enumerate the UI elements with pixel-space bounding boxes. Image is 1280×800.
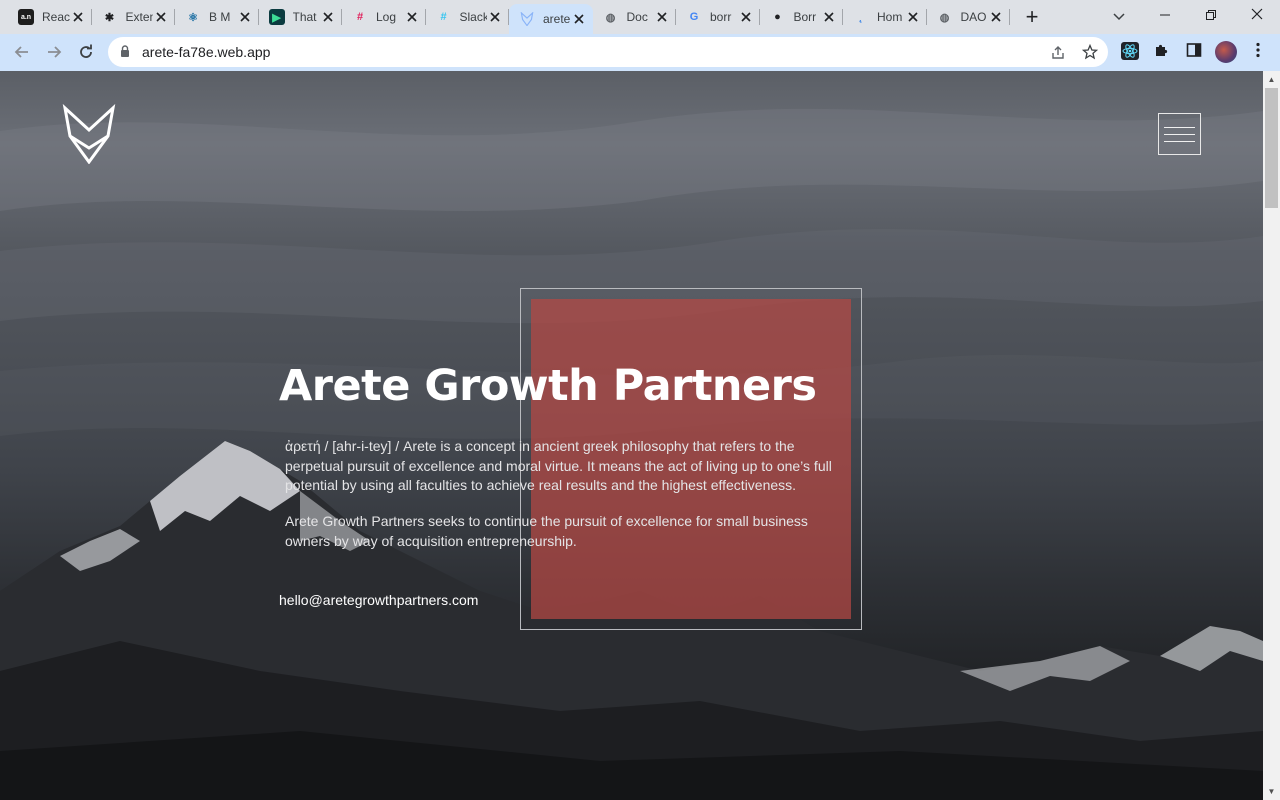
tab-search-button[interactable] [1108, 6, 1130, 28]
browser-tab[interactable]: # Slack [426, 4, 510, 30]
scroll-down-arrow[interactable]: ▼ [1263, 783, 1280, 800]
tab-close-icon[interactable] [821, 9, 837, 25]
reload-icon [80, 44, 92, 58]
tab-close-icon[interactable] [571, 11, 587, 27]
share-button[interactable] [1048, 42, 1068, 62]
page-hero: Arete Growth Partners ἀρετή / [ahr-i-tey… [0, 71, 1263, 800]
side-panel-button[interactable] [1184, 42, 1204, 62]
tab-title: Hom [877, 10, 903, 24]
browser-tab[interactable]: Gborr [676, 4, 760, 30]
browser-tab[interactable]: arete [509, 4, 593, 34]
lock-icon[interactable] [120, 45, 130, 57]
globe-icon: ◍ [605, 11, 616, 24]
tab-title: Slack [459, 10, 488, 24]
page-scrollbar[interactable]: ▲ ▼ [1263, 71, 1280, 800]
tab-title: Extensions [125, 10, 154, 24]
mission-paragraph: Arete Growth Partners seeks to continue … [285, 513, 808, 549]
app-favicon-icon: a.n [18, 9, 34, 25]
arete-logo-icon[interactable] [62, 104, 116, 164]
puzzle-piece-icon [1156, 44, 1168, 56]
back-button[interactable] [8, 38, 36, 66]
arete-definition-paragraph: ἀρετή / [ahr-i-tey] / Arete is a concept… [285, 438, 832, 493]
arrow-right-icon [48, 46, 62, 58]
url-text[interactable]: arete-fa78e.web.app [142, 44, 270, 60]
tab-close-icon[interactable] [404, 9, 420, 25]
puzzle-piece-icon: ✱ [104, 11, 115, 24]
slack-icon: # [356, 11, 364, 23]
share-icon [1052, 46, 1064, 59]
tab-close-icon[interactable] [487, 9, 503, 25]
profile-avatar[interactable] [1215, 41, 1237, 63]
browser-menu-button[interactable] [1248, 42, 1268, 62]
scroll-up-arrow[interactable]: ▲ [1263, 71, 1280, 88]
side-panel-icon [1186, 43, 1202, 57]
google-icon: G [689, 11, 699, 23]
arrow-left-icon [14, 46, 28, 58]
menu-line [1164, 127, 1195, 128]
browser-tab[interactable]: # Log [342, 4, 426, 30]
address-bar[interactable]: arete-fa78e.web.app [108, 37, 1108, 67]
tab-close-icon[interactable] [654, 9, 670, 25]
tab-title: Borr [793, 10, 817, 24]
browser-tab[interactable]: ● Borr [760, 4, 844, 30]
browser-tab[interactable]: ✱ Extensions [92, 4, 176, 30]
tab-close-icon[interactable] [738, 9, 754, 25]
tab-close-icon[interactable] [320, 9, 336, 25]
github-icon: ● [774, 11, 781, 23]
tab-close-icon[interactable] [70, 9, 86, 25]
tab-title: React [42, 10, 70, 24]
tab-close-icon[interactable] [905, 9, 921, 25]
browser-toolbar: arete-fa78e.web.app [0, 34, 1280, 71]
browser-tab[interactable]: ▶ That [259, 4, 343, 30]
tab-title: That [292, 10, 317, 24]
tab-close-icon[interactable] [153, 9, 169, 25]
minimize-icon [1160, 14, 1170, 16]
menu-line [1164, 141, 1195, 142]
tab-title: Doc [626, 10, 648, 24]
browser-tab[interactable]: ◍ Doc [593, 4, 677, 30]
chevron-down-icon [1113, 13, 1125, 21]
tab-list: a.n React ✱ Extensions ⚛ B M ▶ That # Log # Slack ar… [8, 4, 1010, 34]
globe-icon: ◍ [939, 11, 950, 24]
extensions-button[interactable] [1152, 42, 1172, 62]
restore-button[interactable] [1188, 0, 1234, 30]
new-tab-button[interactable]: + [1020, 6, 1044, 30]
forward-button[interactable] [40, 38, 68, 66]
tab-title: DAO [960, 10, 987, 24]
slack-icon: # [440, 11, 447, 23]
browser-tab[interactable]: ◍ DAO [927, 4, 1011, 30]
tab-title: B M [209, 10, 231, 24]
close-window-button[interactable] [1234, 0, 1280, 30]
tab-close-icon[interactable] [237, 9, 253, 25]
home-favicon-icon: ˛ [859, 11, 863, 23]
restore-icon [1206, 10, 1216, 20]
react-devtools-extension[interactable] [1120, 42, 1140, 62]
tab-strip: a.n React ✱ Extensions ⚛ B M ▶ That # Log # Slack ar… [0, 0, 1280, 34]
more-vertical-icon [1256, 42, 1260, 58]
tab-title: borr [710, 10, 732, 24]
minimize-button[interactable] [1142, 0, 1188, 30]
menu-line [1164, 134, 1195, 135]
browser-tab[interactable]: a.n React [8, 4, 92, 30]
tab-title: Log [376, 10, 397, 24]
close-icon [1251, 8, 1263, 20]
arete-logo-icon [519, 11, 535, 27]
play-app-icon: ▶ [268, 9, 285, 25]
hamburger-menu-button[interactable] [1158, 113, 1201, 155]
page-title: Arete Growth Partners [279, 361, 817, 411]
bookmark-button[interactable] [1080, 42, 1100, 62]
tab-title: arete [543, 12, 571, 26]
contact-email-link[interactable]: hello@aretegrowthpartners.com [279, 592, 478, 608]
react-atom-icon: ⚛ [188, 11, 198, 24]
scroll-thumb[interactable] [1265, 88, 1278, 208]
tab-close-icon[interactable] [988, 9, 1004, 25]
browser-tab[interactable]: ⚛ B M [175, 4, 259, 30]
browser-tab[interactable]: ˛ Hom [843, 4, 927, 30]
react-atom-icon [1121, 42, 1139, 60]
reload-button[interactable] [72, 38, 100, 66]
star-icon [1081, 43, 1099, 60]
